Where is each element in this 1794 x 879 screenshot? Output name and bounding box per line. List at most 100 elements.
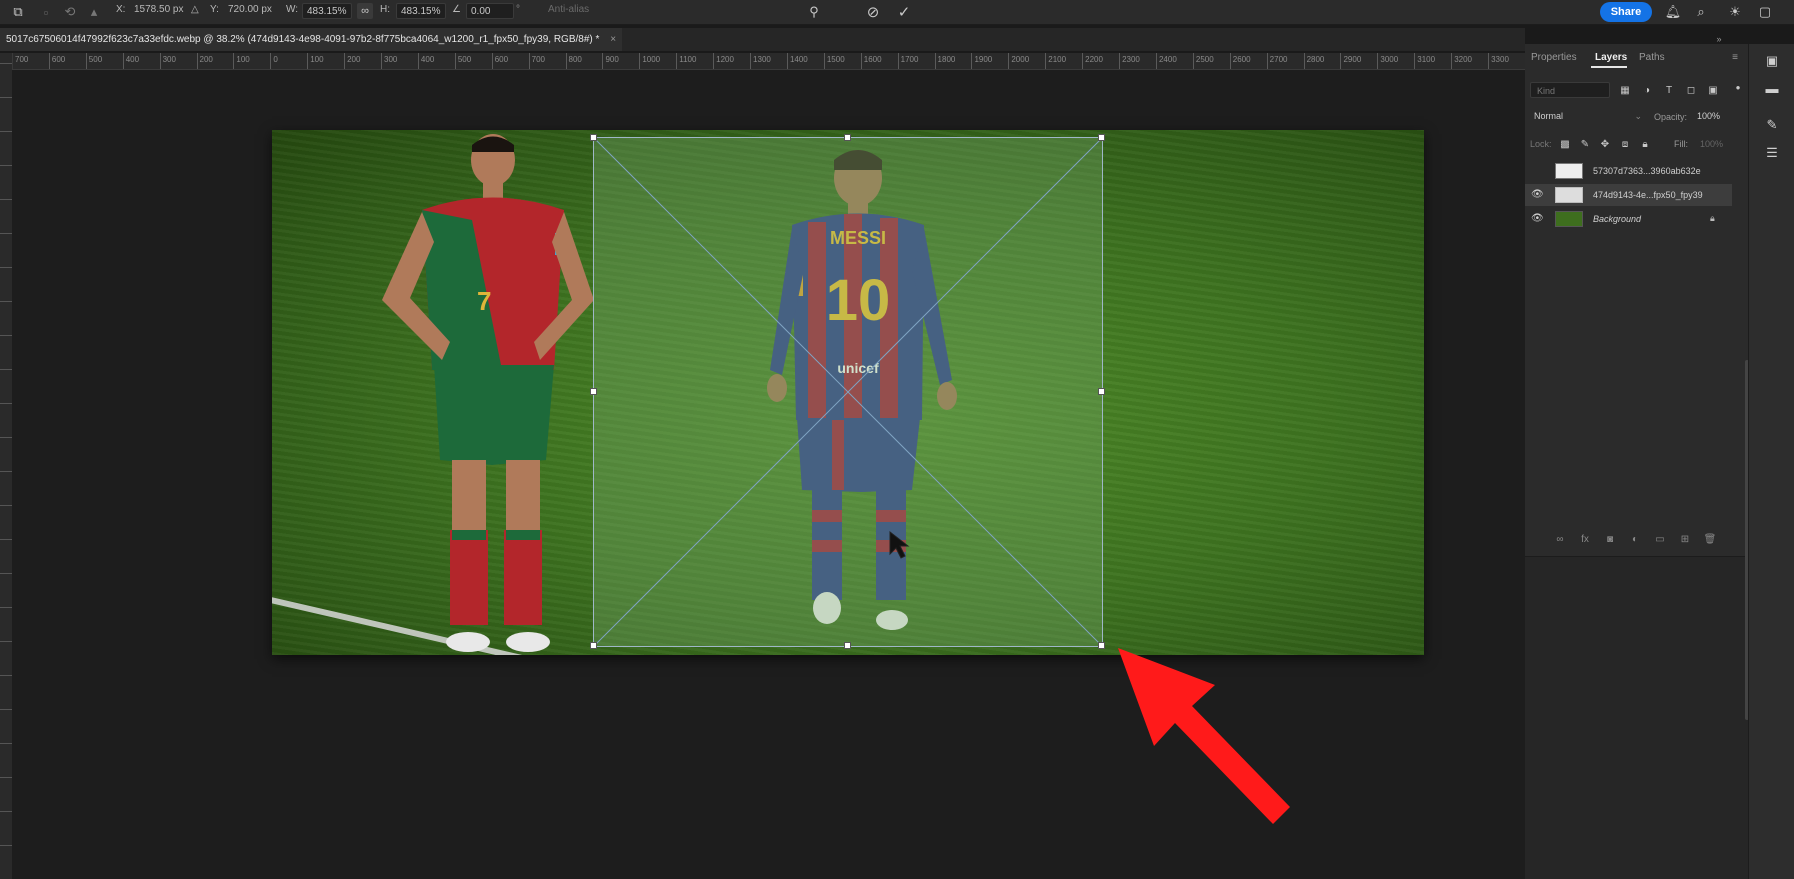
ruler-tick <box>0 845 12 846</box>
blend-mode-value: Normal <box>1534 111 1564 121</box>
triangle-icon: △ <box>191 4 199 15</box>
eye-icon[interactable]: 👁︎ <box>1531 189 1544 200</box>
angle-icon: ∠ <box>452 4 461 15</box>
link-layers-icon[interactable]: ∞ <box>1553 532 1567 546</box>
fill-label: Fill: <box>1674 139 1688 149</box>
handle-top-right[interactable] <box>1098 134 1105 141</box>
layer-row[interactable]: 👁︎ Background 🔒︎ <box>1525 208 1732 230</box>
libraries-icon[interactable]: ▣ <box>1763 52 1781 70</box>
document-tab-title: 5017c67506014f47992f623c7a33efdc.webp @ … <box>6 34 600 45</box>
mask-icon[interactable]: ◙ <box>1603 532 1617 546</box>
new-layer-icon[interactable]: ⊞ <box>1678 532 1692 546</box>
layer-row-selected[interactable]: 👁︎ 474d9143-4e...fpx50_fpy39 <box>1525 184 1732 206</box>
adjustment-icon[interactable]: ◐ <box>1628 532 1642 546</box>
close-tab-icon[interactable]: × <box>610 34 616 45</box>
filter-type-icon[interactable]: T <box>1662 83 1676 97</box>
filter-toggle-icon[interactable]: ● <box>1733 80 1743 94</box>
handle-bottom-right[interactable] <box>1098 642 1105 649</box>
layer-row[interactable]: 57307d7363...3960ab632e <box>1525 160 1732 182</box>
x-field[interactable]: 1578.50 px <box>134 4 184 15</box>
layer-thumbnail <box>1555 187 1583 203</box>
ruler-tick <box>233 53 235 69</box>
handle-middle-left[interactable] <box>590 388 597 395</box>
h-label: H: <box>380 4 390 15</box>
ruler-tick <box>344 53 346 69</box>
tab-properties[interactable]: Properties <box>1531 52 1577 63</box>
rotate-left-icon[interactable]: ⟲ <box>62 4 78 20</box>
layer-filter-kind[interactable]: Kind <box>1530 82 1610 98</box>
filter-smart-icon[interactable]: ▣ <box>1706 83 1720 97</box>
ruler-number: 500 <box>88 55 103 64</box>
transform-bounding-box[interactable] <box>590 134 1105 649</box>
y-field[interactable]: 720.00 px <box>228 4 272 15</box>
handle-bottom-center[interactable] <box>844 642 851 649</box>
ruler-number: 1900 <box>974 55 993 64</box>
panel-menu-icon[interactable]: ≡ <box>1728 50 1742 64</box>
handle-top-center[interactable] <box>844 134 851 141</box>
ruler-tick <box>0 811 12 812</box>
workspace-icon[interactable]: ▢ <box>1756 3 1774 21</box>
horizontal-ruler: 700 600 500 400 300 200 100 0 100 200 300 400 500 600… <box>12 53 1525 70</box>
document-tab[interactable]: 5017c67506014f47992f623c7a33efdc.webp @ … <box>0 28 623 51</box>
fx-icon[interactable]: fx <box>1578 532 1592 546</box>
search-icon[interactable]: ⌕ <box>1692 3 1710 21</box>
ruler-tick <box>1192 53 1194 69</box>
bell-icon[interactable]: 🔔︎ <box>1664 3 1682 21</box>
ruler-tick <box>0 165 12 166</box>
warp-icon[interactable]: ⚲ <box>805 3 823 21</box>
antialias-label[interactable]: Anti-alias <box>548 4 589 15</box>
transform-icon[interactable]: ⧉ <box>10 4 26 20</box>
filter-pixel-icon[interactable]: ▦ <box>1618 83 1632 97</box>
ruler-tick <box>0 403 12 404</box>
angle-field[interactable]: 0.00 <box>466 3 514 19</box>
folder-icon[interactable]: ▭ <box>1653 532 1667 546</box>
lock-artboard-icon[interactable]: ⧈ <box>1618 137 1632 151</box>
comments-icon[interactable]: ▬ <box>1763 80 1781 98</box>
blend-mode-select[interactable]: Normal ⌄ <box>1530 108 1646 124</box>
filter-adjust-icon[interactable]: ◑ <box>1640 83 1654 97</box>
ruler-number: 700 <box>531 55 545 64</box>
delta-icon[interactable]: ▴ <box>86 4 102 20</box>
lightbulb-icon[interactable]: ☀ <box>1726 3 1744 21</box>
filter-shape-icon[interactable]: ◻ <box>1684 83 1698 97</box>
reference-point-icon[interactable]: ▫ <box>38 4 54 20</box>
w-field[interactable]: 483.15% <box>302 3 352 19</box>
h-field[interactable]: 483.15% <box>396 3 446 19</box>
ruler-tick <box>1303 53 1305 69</box>
link-icon[interactable]: ∞ <box>357 3 373 19</box>
share-button[interactable]: Share <box>1600 2 1652 22</box>
adjustments-icon[interactable]: ☰ <box>1763 144 1781 162</box>
ruler-number: 700 <box>15 55 29 64</box>
ruler-tick <box>122 53 124 69</box>
handle-top-left[interactable] <box>590 134 597 141</box>
ruler-number: 400 <box>420 55 435 64</box>
lock-transparent-icon[interactable]: ▩ <box>1558 137 1572 151</box>
ruler-tick <box>897 53 899 69</box>
eye-icon[interactable]: 👁︎ <box>1531 213 1544 224</box>
ruler-tick <box>0 777 12 778</box>
tab-layers[interactable]: Layers <box>1595 52 1627 63</box>
lock-position-icon[interactable]: ✥ <box>1598 137 1612 151</box>
handle-middle-right[interactable] <box>1098 388 1105 395</box>
commit-transform-icon[interactable]: ✓ <box>895 3 913 21</box>
opacity-field[interactable]: 100% <box>1697 108 1731 124</box>
ruler-number: 900 <box>605 55 619 64</box>
ruler-tick <box>0 369 12 370</box>
cancel-transform-icon[interactable]: ⊘ <box>864 3 882 21</box>
ruler-tick <box>48 53 50 69</box>
tab-paths[interactable]: Paths <box>1639 52 1665 63</box>
ruler-tick <box>1340 53 1342 69</box>
ruler-number: 2700 <box>1269 55 1288 64</box>
ruler-tick <box>381 53 383 69</box>
lock-paint-icon[interactable]: ✎ <box>1578 137 1592 151</box>
ruler-number: 600 <box>494 55 509 64</box>
w-label: W: <box>286 4 299 15</box>
fill-field[interactable]: 100% <box>1700 139 1723 149</box>
layer-name: 474d9143-4e...fpx50_fpy39 <box>1593 190 1703 200</box>
brush-icon[interactable]: ✎ <box>1763 116 1781 134</box>
handle-bottom-left[interactable] <box>590 642 597 649</box>
chevron-down-icon: ⌄ <box>1634 111 1642 121</box>
lock-label: Lock: <box>1530 139 1552 149</box>
trash-icon[interactable]: 🗑︎ <box>1703 532 1717 546</box>
lock-all-icon[interactable]: 🔒︎ <box>1638 137 1652 151</box>
